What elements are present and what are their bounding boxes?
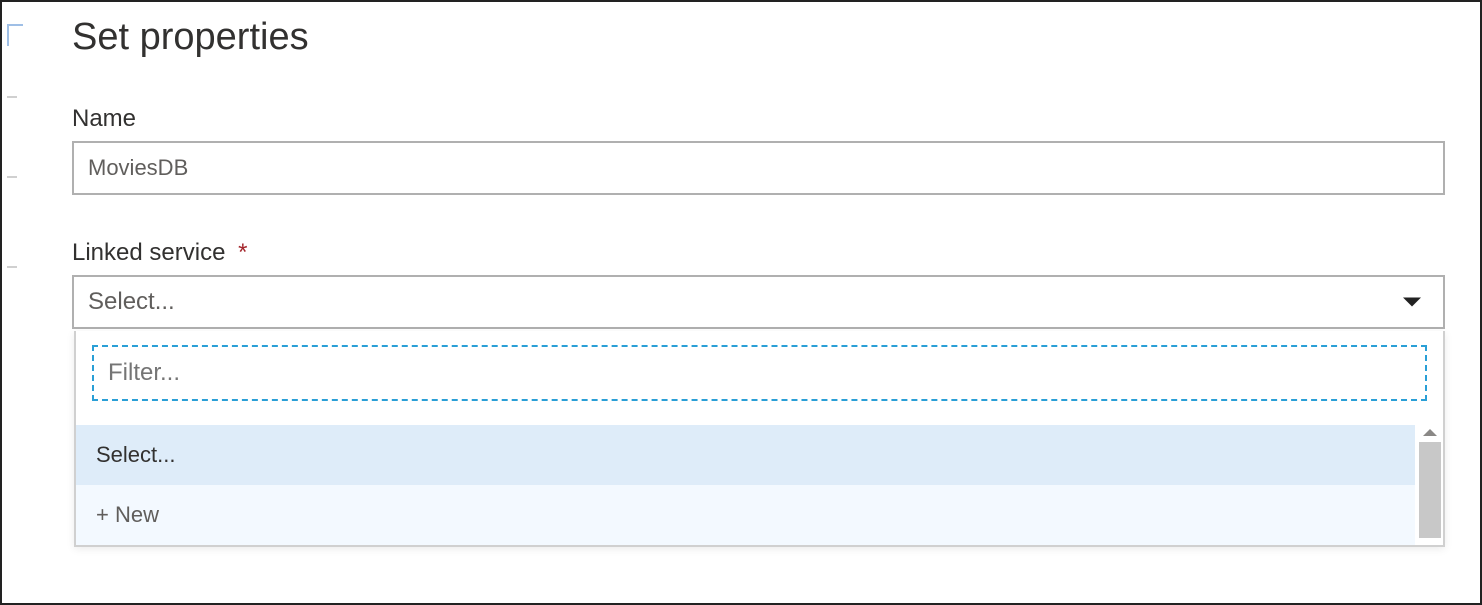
caret-down-icon: [1403, 298, 1421, 307]
linked-service-select-value: Select...: [88, 288, 175, 315]
gutter-mark: [7, 84, 17, 98]
linked-service-dropdown: Select... + New: [74, 331, 1445, 547]
linked-service-select[interactable]: Select... Select... + New: [72, 275, 1445, 329]
set-properties-panel: Set properties Name Linked service * Sel…: [72, 4, 1445, 601]
scroll-up-icon: [1423, 429, 1437, 436]
name-input[interactable]: [72, 141, 1445, 195]
gutter-mark: [7, 24, 23, 46]
linked-service-label: Linked service *: [72, 239, 1445, 267]
dropdown-filter-input[interactable]: [92, 345, 1427, 401]
panel-frame: Set properties Name Linked service * Sel…: [0, 0, 1482, 605]
dropdown-option-new[interactable]: + New: [76, 485, 1415, 545]
linked-service-label-text: Linked service: [72, 239, 225, 266]
gutter-mark: [7, 164, 17, 178]
name-label: Name: [72, 105, 1445, 133]
left-gutter: [4, 4, 26, 601]
name-field-block: Name: [72, 105, 1445, 195]
panel-title: Set properties: [72, 16, 1445, 59]
scroll-thumb[interactable]: [1419, 442, 1441, 538]
dropdown-scrollbar[interactable]: [1419, 425, 1441, 545]
required-asterisk: *: [238, 239, 247, 266]
dropdown-option-select[interactable]: Select...: [76, 425, 1415, 485]
dropdown-option-list: Select... + New: [76, 425, 1443, 545]
gutter-mark: [7, 254, 17, 268]
linked-service-field-block: Linked service * Select... Select... + N…: [72, 239, 1445, 329]
